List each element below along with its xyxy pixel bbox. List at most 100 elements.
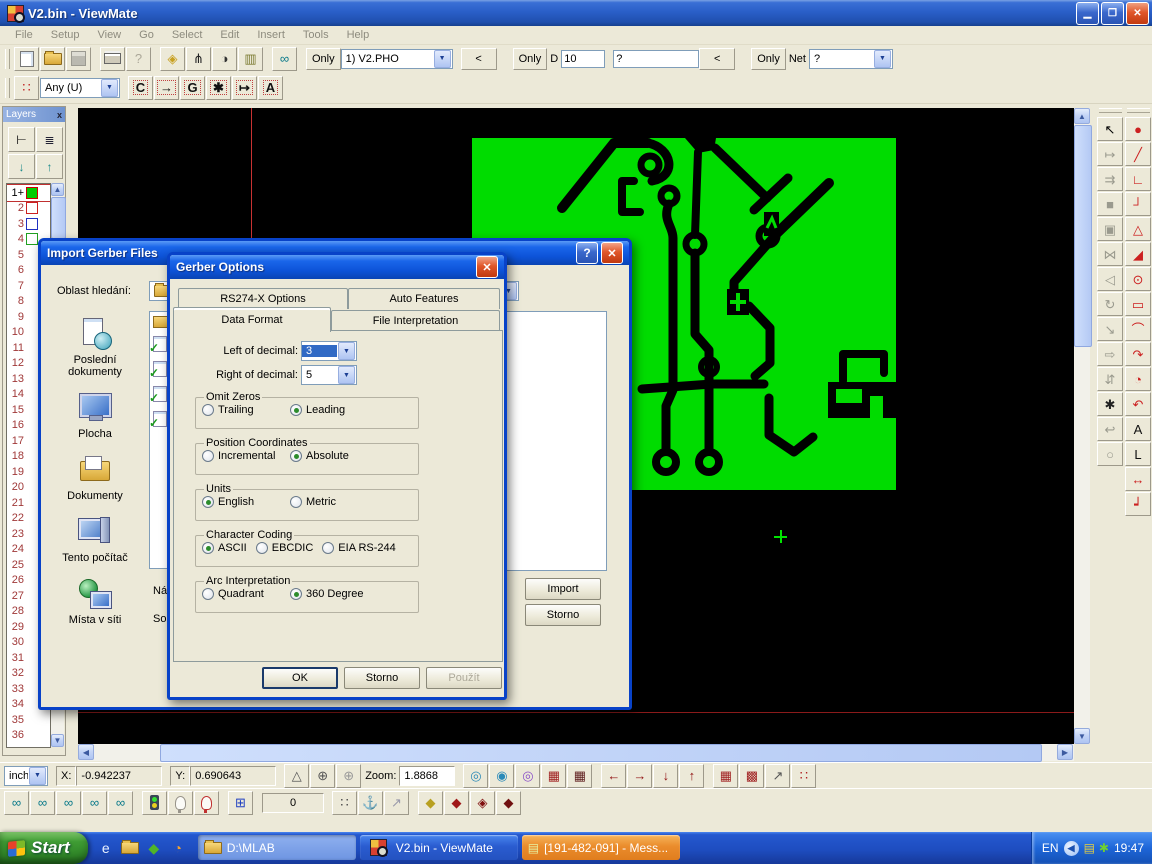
menu-setup[interactable]: Setup [42, 27, 89, 43]
prev-layer-button[interactable]: < [461, 48, 497, 70]
probe-button[interactable]: ⊕ [336, 764, 361, 788]
scroll-up-button[interactable]: ▲ [1074, 108, 1090, 124]
highlight-symbol-button[interactable]: ◈ [470, 791, 495, 815]
view-traces-button[interactable]: ∞ [30, 791, 55, 815]
highlight-flash-button[interactable]: ◆ [418, 791, 443, 815]
radio-ascii[interactable]: ASCII [202, 542, 247, 554]
grid-snap-button[interactable]: ▩ [739, 764, 764, 788]
minimize-button[interactable]: ▁ [1076, 2, 1099, 25]
label-button[interactable]: L [1125, 442, 1151, 466]
only-dcode-button[interactable]: Only [513, 48, 548, 70]
layer-row-35[interactable]: 35 [7, 712, 50, 728]
step-repeat-button[interactable]: ⇵ [1097, 367, 1123, 391]
preview-glasses-button[interactable]: ∞ [272, 47, 297, 71]
undo-button[interactable]: ↩ [1097, 417, 1123, 441]
messenger-tray-icon[interactable]: ▤ [1084, 842, 1095, 854]
start-button[interactable]: Start [0, 832, 88, 864]
menu-insert[interactable]: Insert [248, 27, 294, 43]
right-of-decimal-combo[interactable]: 5▼ [301, 365, 357, 385]
grid-dots-button[interactable]: ∷ [332, 791, 357, 815]
flash-button[interactable]: ✱ [206, 76, 231, 100]
origin-button[interactable]: ⊕ [310, 764, 335, 788]
layer-move-down-button[interactable]: ↓ [8, 154, 35, 179]
radio-eia-rs-244[interactable]: EIA RS-244 [322, 542, 395, 554]
scroll-right-button[interactable]: ▶ [1057, 744, 1073, 760]
copy-button[interactable]: ⇉ [1097, 167, 1123, 191]
menu-edit[interactable]: Edit [211, 27, 248, 43]
zoom-window-button[interactable]: ◉ [489, 764, 514, 788]
toolbar-grip[interactable] [5, 49, 10, 69]
radio-quadrant[interactable]: Quadrant [202, 588, 290, 600]
menu-select[interactable]: Select [163, 27, 212, 43]
grid-add-button[interactable]: ▦ [713, 764, 738, 788]
icq-tray-icon[interactable]: ✱ [1099, 842, 1109, 854]
redraw-button[interactable]: ◈ [160, 47, 185, 71]
storno-button[interactable]: Storno [344, 667, 420, 689]
menu-go[interactable]: Go [130, 27, 163, 43]
toolbar-grip[interactable] [1099, 108, 1122, 113]
draw-line-button[interactable]: ╱ [1125, 142, 1151, 166]
layer-status-button[interactable] [142, 791, 167, 815]
radio-trailing[interactable]: Trailing [202, 404, 290, 416]
toolbar-grip[interactable] [1127, 108, 1150, 113]
close-icon[interactable]: ✕ [476, 256, 498, 278]
maximize-button[interactable]: ❐ [1101, 2, 1124, 25]
left-of-decimal-combo[interactable]: 3▼ [301, 341, 357, 361]
lamp-probe-button[interactable] [194, 791, 219, 815]
layer-color-swatch[interactable] [26, 202, 38, 214]
vertical-scrollbar[interactable]: ▲ ▼ [1074, 108, 1090, 744]
layer-insert-button[interactable]: ⊢ [8, 127, 35, 152]
menu-tools[interactable]: Tools [294, 27, 338, 43]
lamp-off-button[interactable] [168, 791, 193, 815]
pan-left-button[interactable]: ← [601, 764, 626, 788]
taskbar-task-3[interactable]: ▤[191-482-091] - Mess... [522, 835, 680, 860]
move-merge-button[interactable]: ⇨ [1097, 342, 1123, 366]
grid-capture-button[interactable]: ▦ [541, 764, 566, 788]
layer-row-2[interactable]: 2 [7, 201, 50, 217]
view-selected-button[interactable]: ∞ [82, 791, 107, 815]
layer-row-3[interactable]: 3 [7, 216, 50, 232]
prev-dcode-button[interactable]: < [699, 48, 735, 70]
text-a-button[interactable]: A [258, 76, 283, 100]
scroll-down-button[interactable]: ▼ [51, 734, 64, 747]
draw-pad-button[interactable]: ● [1125, 117, 1151, 141]
zoom-in-button[interactable]: ◎ [463, 764, 488, 788]
anchor-button[interactable]: ⚓ [358, 791, 383, 815]
scale-button[interactable]: ↘ [1097, 317, 1123, 341]
pan-up-button[interactable]: ↑ [679, 764, 704, 788]
pan-right-button[interactable]: → [627, 764, 652, 788]
layers-panel-titlebar[interactable]: Layers x [3, 107, 65, 122]
chevron-down-icon[interactable]: ▼ [338, 366, 355, 384]
zoom-selection-button[interactable]: ◎ [515, 764, 540, 788]
gerber-dialog-titlebar[interactable]: Gerber Options ✕ [170, 255, 504, 279]
letter-g-button[interactable]: G [180, 76, 205, 100]
layer-row-36[interactable]: 36 [7, 728, 50, 744]
clock[interactable]: 19:47 [1114, 841, 1144, 855]
taskbar-task-2[interactable]: V2.bin - ViewMate [360, 835, 518, 860]
menu-file[interactable]: File [6, 27, 42, 43]
close-button[interactable]: ✕ [1126, 2, 1149, 25]
letter-c-button[interactable]: C [128, 76, 153, 100]
draw-triangle-button[interactable]: ◢ [1125, 242, 1151, 266]
taskbar-task-1[interactable]: D:\MLAB [198, 835, 356, 860]
chevron-down-icon[interactable]: ▼ [434, 50, 451, 68]
pan-down-button[interactable]: ↓ [653, 764, 678, 788]
view-dcodes-button[interactable]: ∞ [4, 791, 29, 815]
draw-rect-button[interactable]: ▭ [1125, 292, 1151, 316]
snap-vector-button[interactable]: ↗ [384, 791, 409, 815]
draw-arc-button[interactable]: ⌒ [1125, 317, 1151, 341]
menu-help[interactable]: Help [338, 27, 379, 43]
draw-elbow-button[interactable]: ┙ [1125, 492, 1151, 516]
highlight-net-button[interactable]: ◆ [496, 791, 521, 815]
radio-incremental[interactable]: Incremental [202, 450, 290, 462]
tab-rs274x-options[interactable]: RS274-X Options [178, 288, 348, 309]
chevron-down-icon[interactable]: ▼ [338, 342, 355, 360]
chevron-down-icon[interactable]: ▼ [874, 50, 891, 68]
layer-color-swatch[interactable] [26, 233, 38, 245]
chevron-down-icon[interactable]: ▼ [101, 79, 118, 97]
horizontal-scrollbar[interactable]: ◀ ▶ [78, 744, 1074, 761]
film-colors-button[interactable]: ▥ [238, 47, 263, 71]
radio-english[interactable]: English [202, 496, 290, 508]
shear-button[interactable]: ◁ [1097, 267, 1123, 291]
snap-point-button[interactable]: ○ [1097, 442, 1123, 466]
